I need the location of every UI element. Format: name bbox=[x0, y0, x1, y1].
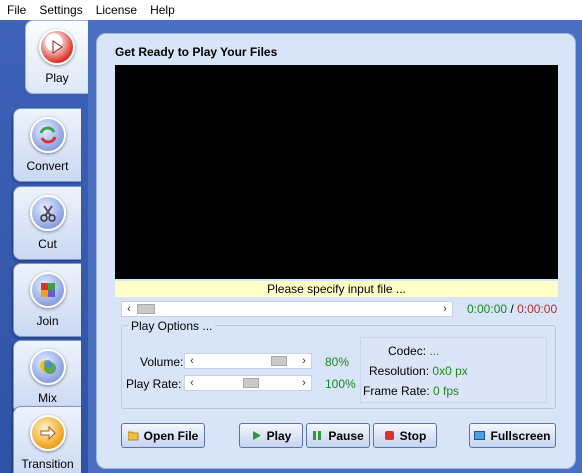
rate-right-arrow-icon[interactable]: › bbox=[297, 376, 311, 390]
codec-label: Codec: bbox=[388, 344, 427, 358]
video-display[interactable] bbox=[115, 65, 558, 279]
scissors-icon bbox=[29, 195, 66, 231]
menu-settings[interactable]: Settings bbox=[32, 0, 88, 20]
play-rate-slider[interactable]: ‹ › bbox=[184, 375, 312, 391]
open-file-button[interactable]: Open File bbox=[121, 423, 205, 448]
rate-left-arrow-icon[interactable]: ‹ bbox=[185, 376, 199, 390]
status-message: Please specify input file ... bbox=[115, 281, 558, 297]
time-current: 0:00:00 bbox=[467, 302, 508, 316]
tab-label: Mix bbox=[38, 391, 57, 405]
volume-label: Volume: bbox=[140, 355, 184, 369]
fullscreen-icon bbox=[474, 431, 486, 440]
resolution-label: Resolution: bbox=[369, 364, 430, 378]
menu-help[interactable]: Help bbox=[143, 0, 181, 20]
fullscreen-button-label: Fullscreen bbox=[490, 428, 551, 443]
play-options-title: Play Options ... bbox=[128, 319, 216, 333]
frame-rate-label: Frame Rate: bbox=[363, 384, 430, 398]
time-display: 0:00:00 / 0:00:00 bbox=[467, 302, 557, 316]
seek-right-arrow-icon[interactable]: › bbox=[438, 302, 452, 316]
main-panel: Get Ready to Play Your Files Please spec… bbox=[96, 33, 576, 469]
open-file-label: Open File bbox=[143, 428, 199, 443]
tab-join[interactable]: Join bbox=[13, 263, 81, 337]
tab-strip: Play Convert Cut Join Mix Transition bbox=[0, 20, 88, 473]
pause-button[interactable]: Pause bbox=[306, 423, 370, 448]
tab-label: Play bbox=[45, 71, 69, 85]
pause-icon bbox=[313, 431, 322, 440]
stop-button-label: Stop bbox=[399, 428, 427, 443]
volume-right-arrow-icon[interactable]: › bbox=[297, 354, 311, 368]
play-rate-value: 100% bbox=[325, 377, 356, 391]
resolution-value: 0x0 px bbox=[432, 364, 468, 378]
play-button-label: Play bbox=[266, 428, 292, 443]
tab-cut[interactable]: Cut bbox=[13, 186, 81, 260]
frame-rate-row: Frame Rate: 0 fps bbox=[363, 384, 459, 398]
play-icon bbox=[39, 29, 75, 65]
media-info-box: Codec: ... Resolution: 0x0 px Frame Rate… bbox=[360, 337, 547, 403]
time-separator: / bbox=[510, 302, 514, 316]
seek-left-arrow-icon[interactable]: ‹ bbox=[122, 302, 136, 316]
volume-thumb[interactable] bbox=[271, 356, 287, 366]
tab-convert[interactable]: Convert bbox=[13, 108, 81, 182]
folder-icon bbox=[127, 431, 139, 441]
rate-thumb[interactable] bbox=[243, 378, 259, 388]
time-total: 0:00:00 bbox=[517, 302, 558, 316]
menu-file[interactable]: File bbox=[0, 0, 32, 20]
pause-button-label: Pause bbox=[328, 428, 364, 443]
play-options-group: Play Options ... Volume: ‹ › 80% Play Ra… bbox=[121, 319, 556, 409]
seek-thumb[interactable] bbox=[137, 304, 155, 314]
volume-slider[interactable]: ‹ › bbox=[184, 353, 312, 369]
tab-label: Join bbox=[36, 314, 59, 328]
fullscreen-button[interactable]: Fullscreen bbox=[469, 423, 556, 448]
volume-value: 80% bbox=[325, 355, 350, 369]
seek-bar[interactable]: ‹ › bbox=[121, 301, 453, 317]
mix-icon bbox=[29, 349, 66, 385]
frame-rate-value: 0 fps bbox=[433, 384, 460, 398]
resolution-row: Resolution: 0x0 px bbox=[369, 364, 468, 378]
codec-row: Codec: ... bbox=[388, 344, 439, 358]
tab-mix[interactable]: Mix bbox=[13, 340, 81, 414]
play-button[interactable]: Play bbox=[239, 423, 303, 448]
convert-icon bbox=[29, 117, 66, 153]
codec-value: ... bbox=[429, 344, 440, 358]
stop-icon bbox=[384, 431, 394, 440]
panel-title: Get Ready to Play Your Files bbox=[115, 45, 278, 59]
tab-label: Cut bbox=[38, 237, 57, 251]
stop-button[interactable]: Stop bbox=[373, 423, 437, 448]
tab-play[interactable]: Play bbox=[25, 20, 88, 94]
play-icon bbox=[252, 431, 261, 440]
volume-left-arrow-icon[interactable]: ‹ bbox=[185, 354, 199, 368]
menu-license[interactable]: License bbox=[89, 0, 143, 20]
tab-transition[interactable]: Transition bbox=[13, 406, 81, 473]
menu-bar: File Settings License Help bbox=[0, 0, 582, 20]
tab-label: Transition bbox=[21, 457, 74, 471]
puzzle-icon bbox=[29, 272, 66, 308]
tab-label: Convert bbox=[26, 159, 69, 173]
arrow-right-icon bbox=[29, 415, 66, 451]
play-rate-label: Play Rate: bbox=[126, 377, 182, 391]
